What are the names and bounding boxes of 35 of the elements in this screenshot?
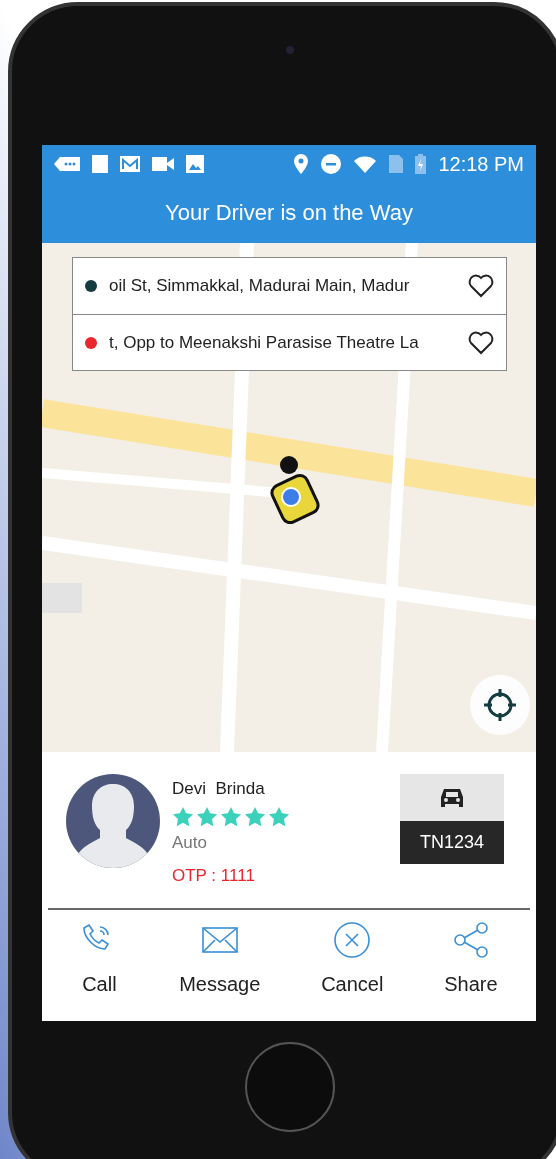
video-camera-icon <box>152 156 174 171</box>
vehicle-type: Auto <box>172 831 208 854</box>
call-button[interactable]: Call <box>76 921 123 999</box>
star-icon <box>172 805 194 828</box>
share-button[interactable]: Share <box>440 921 502 999</box>
location-pin-icon <box>293 152 310 175</box>
car-icon <box>439 786 465 809</box>
address-text: oil St, Simmakkal, Madurai Main, Madur <box>109 275 411 298</box>
star-icon <box>196 805 218 828</box>
address-text: t, Opp to Meenakshi Parasise Theatre La <box>109 331 420 354</box>
driver-name: Devi Brinda <box>172 778 266 800</box>
heart-icon[interactable] <box>468 274 494 298</box>
star-icon <box>244 805 266 828</box>
do-not-disturb-icon <box>321 153 342 174</box>
no-sim-icon <box>389 154 404 173</box>
screen-title: Your Driver is on the Way <box>165 199 413 227</box>
wifi-icon <box>353 154 378 173</box>
address-row[interactable]: oil St, Simmakkal, Madurai Main, Madur <box>73 258 506 314</box>
square-icon <box>92 154 108 173</box>
otp-code: OTP : 1111 <box>172 865 256 887</box>
battery-charging-icon <box>415 153 427 174</box>
address-row[interactable]: t, Opp to Meenakshi Parasise Theatre La <box>73 314 506 370</box>
mail-icon <box>120 155 140 172</box>
crosshair-icon <box>482 687 518 723</box>
share-icon <box>451 921 490 959</box>
clock-time: 12:18 PM <box>438 151 524 177</box>
close-icon <box>333 921 372 959</box>
image-icon <box>186 154 204 173</box>
message-button[interactable]: Message <box>175 921 265 999</box>
heart-icon[interactable] <box>468 330 494 355</box>
cancel-button[interactable]: Cancel <box>317 921 388 999</box>
chat-bubble-icon <box>54 156 80 171</box>
star-icon <box>268 805 290 828</box>
star-icon <box>220 805 242 828</box>
license-plate: TN1234 <box>400 821 504 864</box>
